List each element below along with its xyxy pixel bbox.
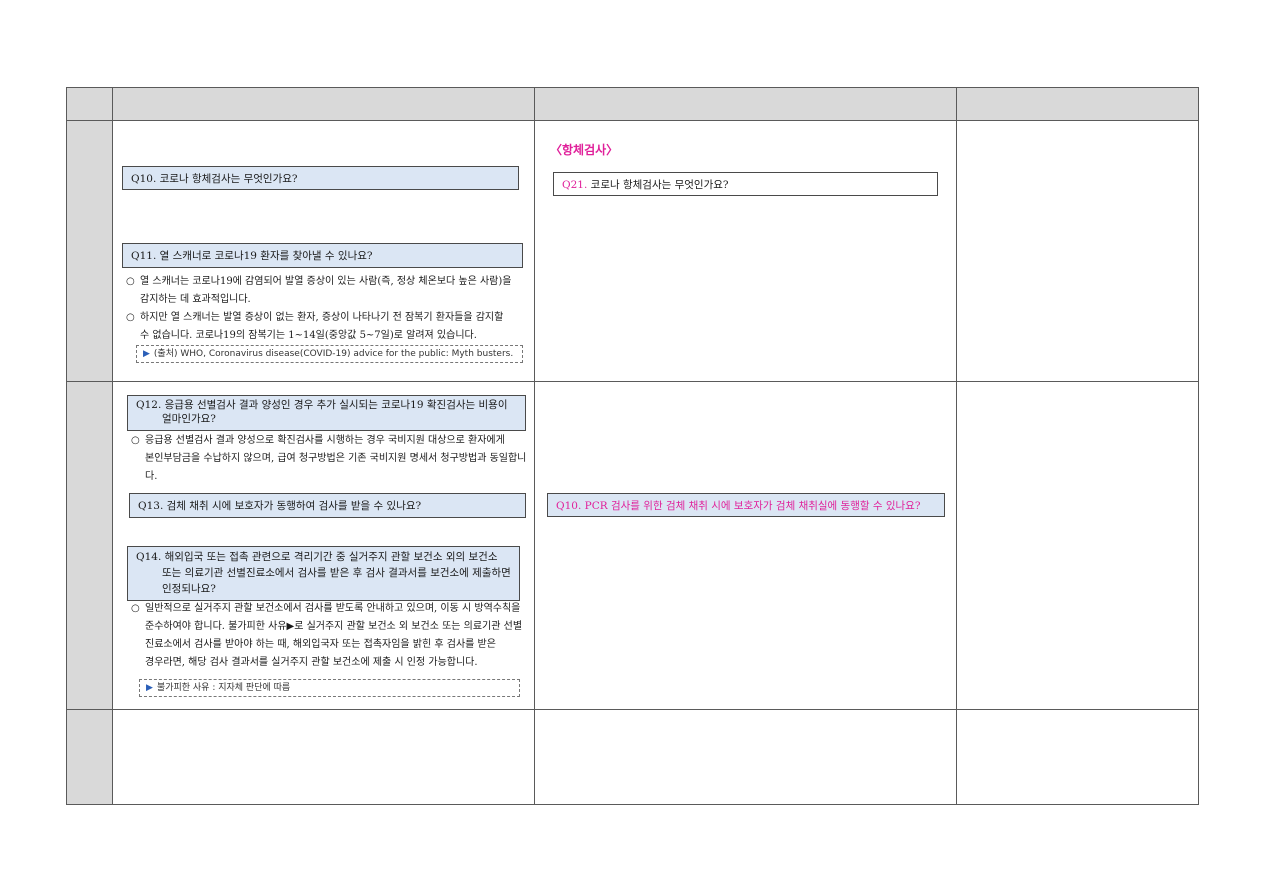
after-cell — [534, 709, 957, 805]
header-cell-after — [534, 87, 957, 121]
answer-q12: ○ 응급용 선별검사 결과 양성으로 확진검사를 시행하는 경우 국비지원 대상으… — [131, 432, 536, 486]
header-row — [66, 87, 1199, 121]
question-box-q10: Q10. PCR 검사를 위한 검체 채취 시에 보호자가 검체 채취실에 동행… — [547, 493, 945, 517]
question-box-q21: Q21. 코로나 항체검사는 무엇인가요? — [553, 172, 938, 196]
question-box-q13: Q13. 검체 채취 시에 보호자가 동행하여 검사를 받을 수 있나요? — [129, 493, 526, 518]
question-text: 코로나 항체검사는 무엇인가요? — [590, 179, 729, 191]
question-box-q12: Q12. 응급용 선별검사 결과 양성인 경우 추가 실시되는 코로나19 확진… — [127, 395, 526, 431]
row-index-cell — [66, 709, 113, 805]
before-cell: Q12. 응급용 선별검사 결과 양성인 경우 추가 실시되는 코로나19 확진… — [112, 381, 536, 710]
circle-bullet-icon: ○ — [131, 603, 140, 614]
triangle-right-icon: ▶ — [146, 683, 153, 693]
circle-bullet-icon: ○ — [131, 435, 140, 446]
question-box-q14: Q14. 해외입국 또는 접촉 관련으로 격리기간 중 실거주지 관할 보건소 … — [127, 546, 520, 601]
source-note: ▶ 불가피한 사유 : 지자체 판단에 따름 — [139, 679, 520, 697]
question-text: Q11. 열 스캐너로 코로나19 환자를 찾아낼 수 있나요? — [131, 250, 373, 262]
table-row — [66, 709, 1199, 805]
question-text: Q13. 검체 채취 시에 보호자가 동행하여 검사를 받을 수 있나요? — [138, 500, 422, 512]
circle-bullet-icon: ○ — [126, 312, 135, 323]
header-cell-remarks — [956, 87, 1199, 121]
after-cell: 〈항체검사〉 Q21. 코로나 항체검사는 무엇인가요? — [534, 120, 957, 382]
triangle-right-icon: ▶ — [143, 349, 150, 359]
header-cell-index — [66, 87, 113, 121]
after-cell: Q10. PCR 검사를 위한 검체 채취 시에 보호자가 검체 채취실에 동행… — [534, 381, 957, 710]
question-text: Q10. PCR 검사를 위한 검체 채취 시에 보호자가 검체 채취실에 동행… — [556, 500, 921, 512]
question-box-q10: Q10. 코로나 항체검사는 무엇인가요? — [122, 166, 519, 190]
question-number: Q21. — [562, 179, 588, 191]
remarks-cell — [956, 120, 1199, 382]
table-row: Q12. 응급용 선별검사 결과 양성인 경우 추가 실시되는 코로나19 확진… — [66, 381, 1199, 710]
question-text: Q10. 코로나 항체검사는 무엇인가요? — [131, 173, 298, 185]
circle-bullet-icon: ○ — [126, 276, 135, 287]
source-note: ▶ (출처) WHO, Coronavirus disease(COVID-19)… — [136, 345, 523, 363]
answer-q11: ○ 열 스캐너는 코로나19에 감염되어 발열 증상이 있는 사람(즉, 정상 체… — [126, 273, 531, 345]
remarks-cell — [956, 709, 1199, 805]
remarks-cell — [956, 381, 1199, 710]
answer-q14: ○ 일반적으로 실거주지 관할 보건소에서 검사를 받도록 안내하고 있으며, 이… — [131, 600, 536, 672]
question-box-q11: Q11. 열 스캐너로 코로나19 환자를 찾아낼 수 있나요? — [122, 243, 523, 268]
row-index-cell — [66, 120, 113, 382]
table-row: Q10. 코로나 항체검사는 무엇인가요? Q11. 열 스캐너로 코로나19 … — [66, 120, 1199, 382]
before-cell — [112, 709, 535, 805]
row-index-cell — [66, 381, 113, 710]
before-cell: Q10. 코로나 항체검사는 무엇인가요? Q11. 열 스캐너로 코로나19 … — [112, 120, 535, 382]
header-cell-before — [112, 87, 535, 121]
section-heading: 〈항체검사〉 — [550, 143, 619, 157]
comparison-table: Q10. 코로나 항체검사는 무엇인가요? Q11. 열 스캐너로 코로나19 … — [66, 87, 1199, 805]
